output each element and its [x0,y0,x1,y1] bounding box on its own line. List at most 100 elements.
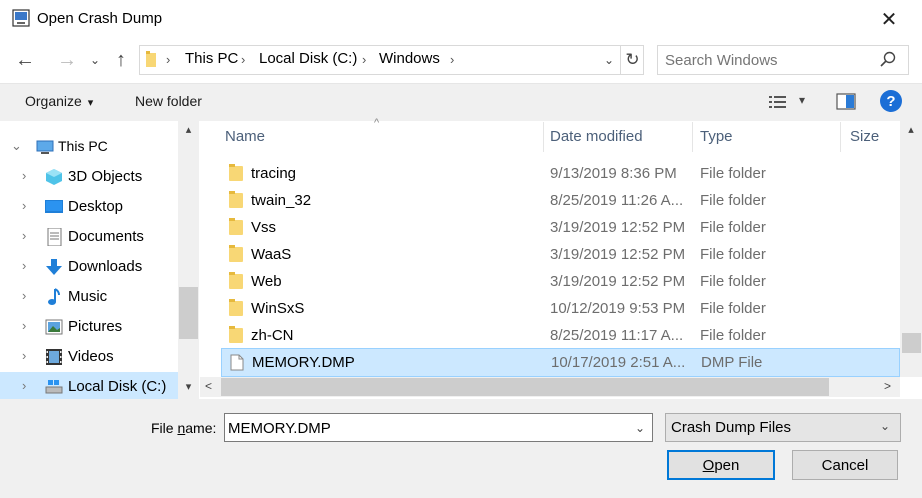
forward-button[interactable]: → [54,47,80,73]
breadcrumb-local-disk[interactable]: Local Disk (C:) [259,50,357,67]
table-row-selected[interactable]: MEMORY.DMP 10/17/2019 2:51 A... DMP File [221,348,900,377]
scroll-right-button[interactable]: > [884,379,891,393]
change-view-button[interactable]: ▾ [766,90,814,114]
sidebar-item-pictures[interactable]: › Pictures [0,312,178,342]
scroll-left-button[interactable]: < [205,379,212,393]
refresh-button[interactable]: ↻ [620,45,644,75]
column-divider[interactable] [543,122,544,152]
file-name-input[interactable] [228,418,623,438]
scrollbar-thumb[interactable] [902,333,921,353]
open-button[interactable]: Open [667,450,775,480]
pictures-icon [45,319,63,335]
chevron-down-icon[interactable]: ⌄ [11,138,22,154]
this-pc-icon [36,140,54,154]
breadcrumb-this-pc[interactable]: This PC [185,50,238,67]
file-name: WinSxS [251,300,305,317]
file-type: File folder [700,246,766,263]
new-folder-button[interactable]: New folder [135,93,202,109]
table-row[interactable]: Vss 3/19/2019 12:52 PM File folder [221,214,900,241]
search-icon[interactable] [878,50,898,70]
sidebar-item-label: Pictures [68,318,123,335]
folder-icon [229,164,243,181]
music-icon [48,288,60,305]
column-header-type[interactable]: Type [700,128,733,145]
chevron-right-icon[interactable]: › [22,258,26,273]
caret-down-icon: ▾ [87,97,94,109]
label-text: File [151,420,178,436]
chevron-down-icon: ⌄ [89,53,101,67]
address-dropdown-button[interactable]: ⌄ [598,47,620,73]
file-date: 3/19/2019 12:52 PM [550,273,686,290]
folder-icon [229,191,243,208]
organize-button[interactable]: Organize ▾ [25,93,93,109]
navigation-scrollbar[interactable] [178,121,199,399]
column-header-date-modified[interactable]: Date modified [550,128,643,145]
videos-icon [46,349,62,365]
column-header-name[interactable]: Name [225,128,265,145]
folder-icon [229,245,243,262]
sidebar-item-local-disk[interactable]: › Local Disk (C:) [0,372,178,399]
table-row[interactable]: zh-CN 8/25/2019 11:17 A... File folder [221,322,900,349]
breadcrumb-separator[interactable]: › [241,52,245,67]
sidebar-item-label: Videos [68,348,114,365]
folder-icon [229,326,243,343]
chevron-right-icon[interactable]: › [22,198,26,213]
table-row[interactable]: Web 3/19/2019 12:52 PM File folder [221,268,900,295]
file-type: File folder [700,165,766,182]
file-type: File folder [700,300,766,317]
sidebar-item-downloads[interactable]: › Downloads [0,252,178,282]
chevron-down-icon[interactable]: ⌄ [880,419,890,433]
help-button[interactable]: ? [880,90,902,112]
file-name-dropdown-button[interactable]: ⌄ [630,418,650,438]
table-row[interactable]: WinSxS 10/12/2019 9:53 PM File folder [221,295,900,322]
chevron-right-icon[interactable]: › [22,378,26,393]
button-label: pen [714,456,740,474]
column-divider[interactable] [692,122,693,152]
scrollbar-thumb[interactable] [179,287,198,339]
cancel-button[interactable]: Cancel [792,450,898,480]
sidebar-item-music[interactable]: › Music [0,282,178,312]
sidebar-item-3d-objects[interactable]: › 3D Objects [0,162,178,192]
file-name: WaaS [251,246,292,263]
column-divider[interactable] [840,122,841,152]
sidebar-item-label: 3D Objects [68,168,143,185]
table-row[interactable]: WaaS 3/19/2019 12:52 PM File folder [221,241,900,268]
scroll-up-button[interactable]: ▴ [900,123,922,141]
chevron-down-icon: ⌄ [603,53,615,67]
preview-pane-icon[interactable] [835,90,857,114]
breadcrumb-windows[interactable]: Windows [379,50,440,67]
up-button[interactable]: ↑ [110,47,132,73]
sidebar-item-this-pc[interactable]: ⌄ This PC [0,132,178,162]
breadcrumb-separator[interactable]: › [362,52,366,67]
close-button[interactable]: ✕ [876,6,902,32]
chevron-right-icon[interactable]: › [22,348,26,363]
chevron-right-icon[interactable]: › [22,228,26,243]
caret-down-icon: ▾ [799,93,806,107]
chevron-right-icon[interactable]: › [22,318,26,333]
table-row[interactable]: tracing 9/13/2019 8:36 PM File folder [221,160,900,187]
navigation-pane: ⌄ This PC › 3D Objects › Desktop › Docum… [0,121,200,399]
sidebar-item-desktop[interactable]: › Desktop [0,192,178,222]
table-row[interactable]: twain_32 8/25/2019 11:26 A... File folde… [221,187,900,214]
sidebar-item-label: This PC [58,138,108,154]
folder-icon [146,51,156,67]
chevron-right-icon[interactable]: › [22,168,26,183]
scroll-down-button[interactable]: ▾ [178,380,199,398]
search-input[interactable] [665,51,875,69]
chevron-right-icon[interactable]: › [22,288,26,303]
file-date: 9/13/2019 8:36 PM [550,165,677,182]
file-name: zh-CN [251,327,294,344]
sidebar-item-videos[interactable]: › Videos [0,342,178,372]
file-type: File folder [700,219,766,236]
breadcrumb-separator[interactable]: › [450,52,454,67]
recent-locations-button[interactable]: ⌄ [86,50,104,70]
column-header-size[interactable]: Size [850,128,879,145]
file-date: 3/19/2019 12:52 PM [550,219,686,236]
scrollbar-thumb[interactable] [221,378,829,396]
scroll-up-button[interactable]: ▴ [178,123,199,141]
file-date: 8/25/2019 11:26 A... [550,192,684,209]
file-name: Vss [251,219,277,236]
back-button[interactable]: ← [12,47,38,73]
folder-icon [229,272,243,289]
sidebar-item-documents[interactable]: › Documents [0,222,178,252]
